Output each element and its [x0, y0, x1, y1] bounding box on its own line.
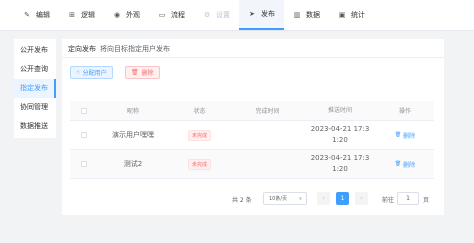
edit-icon: ✎	[24, 10, 30, 19]
push-time-line: 1:20	[332, 136, 348, 144]
tab-data[interactable]: ▥ 数据	[284, 0, 329, 30]
row-checkbox[interactable]	[81, 161, 87, 167]
row-checkbox[interactable]	[81, 132, 87, 138]
row-select-cell	[70, 161, 98, 167]
pagination-total: 共 2 条	[232, 197, 252, 204]
users-table: 昵称 状态 完成时间 推送时间 操作 演示用户嘿嘿 未完成 2023-04-21…	[70, 101, 434, 179]
panel-header: 定向发布 将向目标指定用户发布	[68, 44, 170, 54]
chevron-down-icon: ▼	[298, 196, 302, 201]
cell-nickname: 测试2	[123, 160, 143, 168]
tab-publish[interactable]: ➤ 发布	[239, 0, 284, 30]
prev-page-button[interactable]: ‹	[317, 192, 330, 205]
column-header-push-time[interactable]: 推送时间	[304, 105, 376, 116]
page-size-select[interactable]: 10条/页 ▼	[263, 192, 307, 205]
tab-statistics[interactable]: ▣ 统计	[329, 0, 374, 30]
delete-label: 删除	[141, 70, 154, 77]
row-delete-label: 删除	[403, 132, 416, 140]
stats-icon: ▣	[338, 10, 346, 19]
row-delete-button[interactable]: 🗑 删除	[395, 131, 415, 140]
submenu-item-public-query[interactable]: 公开查询	[14, 60, 56, 79]
push-time-line: 1:20	[332, 165, 348, 173]
assign-users-label: 分配用户	[82, 70, 107, 77]
send-icon: ➤	[249, 9, 255, 18]
goto-page-input[interactable]	[397, 192, 419, 205]
flow-icon: ▭	[158, 10, 166, 19]
tab-flow[interactable]: ▭ 流程	[149, 0, 194, 30]
gear-icon: ⚙	[203, 10, 211, 19]
page-title: 定向发布	[68, 45, 96, 53]
column-header-nickname[interactable]: 昵称	[98, 106, 168, 115]
bar-chart-icon: ▥	[293, 10, 301, 19]
submenu-item-targeted-publish[interactable]: 指定发布	[14, 79, 56, 98]
tab-label: 编辑	[36, 10, 50, 19]
cell-push-time: 2023-04-21 17:3 1:20	[304, 153, 376, 175]
status-badge: 未完成	[187, 129, 211, 141]
push-time-line: 2023-04-21 17:3	[310, 125, 370, 133]
cell-status: 未完成	[168, 158, 231, 170]
cell-actions: 🗑 删除	[376, 160, 434, 169]
tab-settings[interactable]: ⚙ 设置	[194, 0, 239, 30]
push-time-line: 2023-04-21 17:3	[310, 154, 370, 162]
pagination: 共 2 条 10条/页 ▼ ‹ 1 › 前往 页	[62, 192, 444, 206]
submenu-item-collaboration[interactable]: 协同管理	[14, 98, 56, 117]
logic-icon: ⊞	[69, 10, 75, 19]
cell-nickname: 演示用户嘿嘿	[112, 131, 154, 139]
column-header-status[interactable]: 状态	[168, 106, 231, 115]
status-badge: 未完成	[187, 158, 211, 170]
submenu-item-data-push[interactable]: 数据推送	[14, 117, 56, 136]
table-row[interactable]: 演示用户嘿嘿 未完成 2023-04-21 17:3 1:20 🗑 删除	[70, 121, 434, 150]
chevron-left-icon: ‹	[322, 195, 325, 202]
column-header-actions: 操作	[398, 108, 411, 115]
select-all-checkbox[interactable]	[81, 107, 87, 114]
assign-users-button[interactable]: ☝ 分配用户	[70, 66, 113, 79]
tab-label: 设置	[216, 10, 230, 19]
page-description: 将向目标指定用户发布	[100, 45, 170, 53]
page-number-current[interactable]: 1	[336, 192, 349, 205]
next-page-button[interactable]: ›	[355, 192, 368, 205]
tab-logic[interactable]: ⊞ 逻辑	[59, 0, 104, 30]
tab-label: 外观	[126, 10, 140, 19]
divider	[62, 57, 444, 58]
goto-suffix: 页	[423, 197, 430, 204]
column-header-finish-time[interactable]: 完成时间	[231, 106, 304, 115]
hand-icon: ☝	[76, 69, 80, 76]
row-select-cell	[70, 132, 98, 138]
targeted-publish-panel: 定向发布 将向目标指定用户发布 ☝ 分配用户 🗑 删除 昵称 状态 完成时间 推送…	[62, 39, 444, 215]
chevron-right-icon: ›	[360, 195, 363, 202]
row-delete-button[interactable]: 🗑 删除	[395, 160, 415, 169]
cell-actions: 🗑 删除	[376, 131, 434, 140]
trash-icon: 🗑	[131, 69, 139, 76]
trash-icon: 🗑	[394, 161, 402, 167]
select-all-cell	[70, 107, 98, 114]
trash-icon: 🗑	[394, 132, 402, 138]
tab-label: 数据	[306, 10, 320, 19]
table-row[interactable]: 测试2 未完成 2023-04-21 17:3 1:20 🗑 删除	[70, 150, 434, 179]
tab-edit[interactable]: ✎ 编辑	[14, 0, 59, 30]
row-delete-label: 删除	[403, 161, 416, 169]
cell-status: 未完成	[168, 129, 231, 141]
tab-label: 统计	[351, 10, 365, 19]
publish-submenu: 公开发布 公开查询 指定发布 协同管理 数据推送	[14, 39, 56, 138]
page-size-value: 10条/页	[269, 196, 288, 202]
cell-push-time: 2023-04-21 17:3 1:20	[304, 124, 376, 146]
goto-label: 前往	[382, 197, 395, 204]
submenu-item-public-publish[interactable]: 公开发布	[14, 41, 56, 60]
eye-icon: ◉	[113, 10, 121, 19]
delete-button[interactable]: 🗑 删除	[125, 66, 160, 79]
tab-label: 流程	[171, 10, 185, 19]
tab-appearance[interactable]: ◉ 外观	[104, 0, 149, 30]
tab-label: 发布	[261, 9, 275, 18]
top-nav: ✎ 编辑 ⊞ 逻辑 ◉ 外观 ▭ 流程 ⚙ 设置 ➤ 发布 ▥ 数据 ▣ 统计	[0, 0, 474, 31]
table-header: 昵称 状态 完成时间 推送时间 操作	[70, 101, 434, 121]
tab-label: 逻辑	[81, 10, 95, 19]
